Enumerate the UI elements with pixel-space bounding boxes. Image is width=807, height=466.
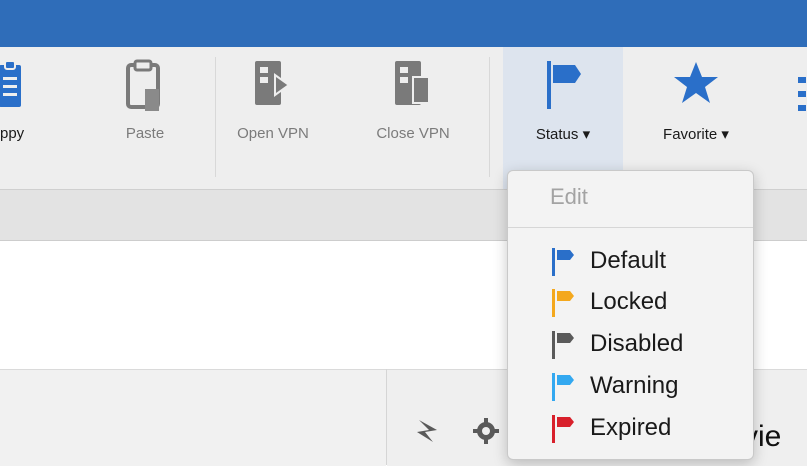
default-flag-icon: [550, 247, 580, 282]
left-panel: [0, 369, 386, 466]
window-title-bar: [0, 0, 807, 47]
menu-item-label: Locked: [590, 288, 668, 315]
toolbar-separator: [215, 57, 216, 177]
menu-item-label: Warning: [590, 372, 679, 399]
paste-button[interactable]: Paste: [100, 47, 190, 189]
expired-flag-icon: [550, 414, 580, 449]
locked-flag-icon: [550, 288, 580, 323]
open-vpn-icon: [253, 59, 293, 116]
copy-button-label: ppy: [0, 125, 25, 142]
menu-item-label: Default: [590, 247, 667, 274]
close-vpn-button[interactable]: Close VPN: [363, 47, 463, 189]
open-vpn-label: Open VPN: [237, 125, 309, 142]
clipboard-icon: [125, 59, 165, 120]
status-button[interactable]: Status ▾: [503, 47, 623, 189]
menu-separator: [508, 227, 753, 228]
status-dropdown-menu: Edit Default Locked Disabled Warning Exp…: [507, 170, 754, 460]
menu-item-label: Expired: [590, 414, 672, 441]
copy-icon: [0, 59, 33, 118]
favorite-button-label: Favorite ▾: [663, 126, 729, 143]
star-icon: [672, 59, 720, 112]
copy-button[interactable]: ppy: [0, 47, 52, 189]
paste-button-label: Paste: [125, 125, 165, 142]
menu-item-label: Disabled: [590, 330, 684, 357]
warning-flag-icon: [550, 372, 580, 407]
status-button-label: Status ▾: [535, 126, 591, 143]
list-icon: [796, 77, 806, 122]
close-vpn-icon: [393, 59, 433, 116]
favorite-button[interactable]: Favorite ▾: [636, 47, 756, 189]
close-vpn-label: Close VPN: [376, 125, 450, 142]
toolbar-separator: [489, 57, 490, 177]
gear-icon[interactable]: [473, 418, 499, 449]
sort-icon[interactable]: [415, 418, 441, 449]
overflow-toolbar-item[interactable]: [795, 47, 807, 189]
disabled-flag-icon: [550, 330, 580, 365]
menu-item-edit: Edit: [550, 184, 588, 209]
open-vpn-button[interactable]: Open VPN: [228, 47, 318, 189]
toolbar: ppy Paste Open VPN Close VPN Status ▾ Fa…: [0, 47, 807, 190]
flag-icon: [541, 59, 585, 116]
